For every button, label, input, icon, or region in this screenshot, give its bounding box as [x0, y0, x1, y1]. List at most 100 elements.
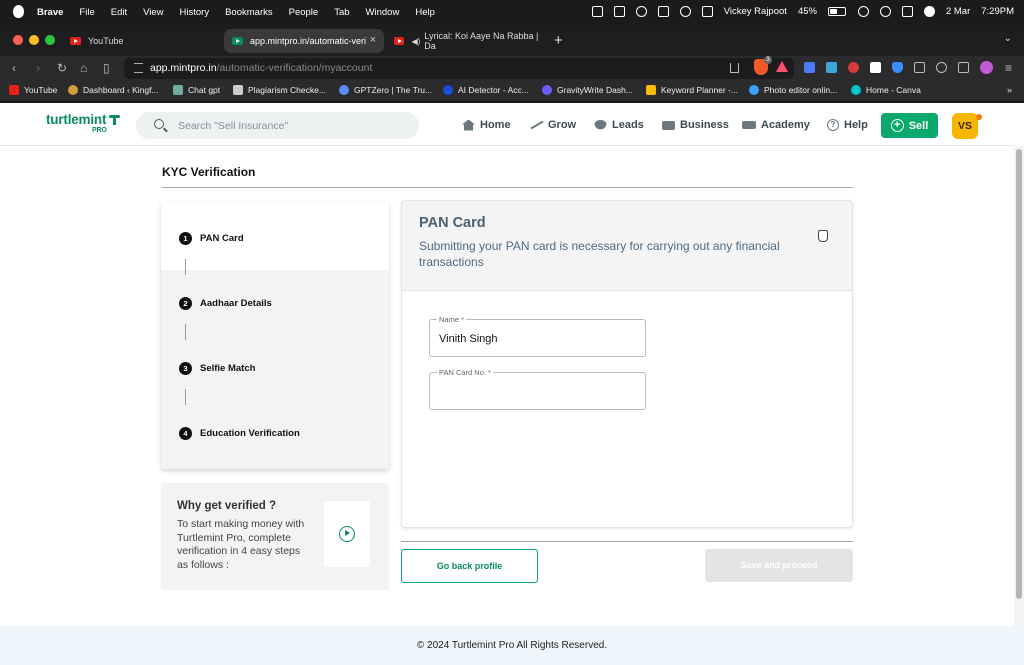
nav-help[interactable]: ? Help [827, 119, 868, 131]
user-avatar[interactable]: VS [952, 113, 982, 139]
music-icon[interactable] [936, 62, 947, 73]
nav-business[interactable]: Business [662, 119, 729, 131]
step-pan-card[interactable]: 1 PAN Card [179, 232, 244, 245]
apple-icon[interactable] [13, 5, 24, 18]
play-icon[interactable] [879, 6, 891, 17]
cloud-icon[interactable] [635, 6, 647, 17]
extension-icon[interactable] [870, 62, 881, 73]
tab-youtube[interactable]: YouTube [62, 29, 222, 53]
brave-shield-icon[interactable]: 3 [754, 56, 772, 75]
menu-window[interactable]: Window [366, 7, 400, 18]
user-name[interactable]: Vickey Rajpoot [724, 6, 787, 17]
forward-icon[interactable]: › [36, 61, 40, 75]
nav-academy[interactable]: Academy [742, 119, 810, 131]
google-ads-icon [646, 85, 656, 95]
url-field[interactable]: app.mintpro.in/automatic-verification/my… [124, 58, 794, 79]
why-title: Why get verified ? [177, 500, 277, 512]
speaker-icon[interactable]: ◀) [411, 37, 420, 46]
extension-icon[interactable] [826, 62, 837, 73]
menu-file[interactable]: File [79, 7, 94, 18]
url-text[interactable]: app.mintpro.in/automatic-verification/my… [150, 62, 372, 74]
brave-rewards-icon[interactable] [776, 61, 788, 72]
bookmark-chatgpt[interactable]: Chat gpt [173, 85, 220, 95]
video-thumbnail[interactable] [324, 501, 370, 567]
scrollbar-thumb[interactable] [1016, 149, 1022, 599]
address-bar: ‹ › ↻ ⌂ ▯ app.mintpro.in/automatic-verif… [0, 56, 1024, 80]
more-bookmarks-icon[interactable]: » [1007, 85, 1012, 95]
vlc-icon[interactable] [591, 6, 603, 17]
wifi-icon[interactable] [857, 6, 869, 17]
bookmark-gravitywrite[interactable]: GravityWrite Dash... [542, 85, 633, 95]
footer: © 2024 Turtlemint Pro All Rights Reserve… [0, 626, 1024, 665]
menu-bookmarks[interactable]: Bookmarks [225, 7, 273, 18]
field-label: PAN Card No. * [437, 368, 493, 377]
battery-icon[interactable] [827, 7, 846, 16]
control-center-icon[interactable] [901, 6, 913, 17]
chevron-down-icon[interactable]: ⌄ [1004, 33, 1012, 44]
sell-button[interactable]: + Sell [881, 113, 938, 138]
menu-app-name[interactable]: Brave [37, 7, 63, 18]
date: 2 Mar [945, 6, 971, 17]
share-icon[interactable] [730, 63, 739, 73]
turtlemint-icon [232, 37, 243, 45]
bookmark-dashboard[interactable]: Dashboard ‹ Kingf... [68, 85, 159, 95]
new-tab-button[interactable]: + [554, 32, 563, 49]
logo[interactable]: turtlemint PRO [46, 112, 121, 134]
go-back-button[interactable]: Go back profile [401, 549, 538, 583]
close-tab-icon[interactable]: × [370, 34, 376, 46]
reload-icon[interactable]: ↻ [57, 61, 67, 75]
briefcase-icon [662, 120, 675, 130]
menu-help[interactable]: Help [415, 7, 435, 18]
antenna-icon[interactable] [701, 6, 713, 17]
shield-icon[interactable] [613, 6, 625, 17]
step-education[interactable]: 4 Education Verification [179, 427, 300, 440]
menu-edit[interactable]: Edit [111, 7, 127, 18]
step-connector [185, 324, 186, 340]
bookmark-gptzero[interactable]: GPTZero | The Tru... [339, 85, 432, 95]
menu-history[interactable]: History [180, 7, 210, 18]
profile-icon[interactable] [980, 61, 993, 74]
window-icon[interactable] [657, 6, 669, 17]
extension-icon[interactable] [848, 62, 859, 73]
tab-lyrical[interactable]: ◀) Lyrical: Koi Aaye Na Rabba | Da [386, 29, 546, 53]
nav-grow[interactable]: Grow [530, 119, 576, 131]
menu-icon[interactable]: ≡ [1005, 61, 1012, 75]
step-aadhaar[interactable]: 2 Aadhaar Details [179, 297, 272, 310]
menu-view[interactable]: View [143, 7, 163, 18]
extension-icon[interactable] [804, 62, 815, 73]
zoom-window-button[interactable] [45, 35, 55, 45]
name-field[interactable]: Name * [429, 315, 646, 357]
wallet-icon[interactable] [958, 62, 969, 73]
menu-people[interactable]: People [289, 7, 319, 18]
tab-mintpro[interactable]: app.mintpro.in/automatic-veri × [224, 29, 384, 53]
extension-icon[interactable] [892, 62, 903, 73]
nav-leads[interactable]: Leads [594, 119, 644, 131]
puzzle-icon[interactable] [914, 62, 925, 73]
step-label: Selfie Match [200, 363, 256, 374]
siri-icon[interactable] [923, 6, 935, 17]
step-selfie[interactable]: 3 Selfie Match [179, 362, 255, 375]
site-settings-icon[interactable] [134, 63, 143, 73]
bookmark-canva[interactable]: Home - Canva [851, 85, 921, 95]
save-proceed-button[interactable]: Save and proceed [705, 549, 853, 582]
nav-home[interactable]: Home [462, 119, 511, 131]
clock-icon[interactable] [679, 6, 691, 17]
menu-tab[interactable]: Tab [334, 7, 349, 18]
bookmark-youtube[interactable]: YouTube [9, 85, 57, 95]
bookmark-icon[interactable]: ▯ [103, 61, 110, 75]
bookmark-keyword-planner[interactable]: Keyword Planner -... [646, 85, 738, 95]
bookmark-plagiarism[interactable]: Plagiarism Checke... [233, 85, 326, 95]
avatar-icon [68, 85, 78, 95]
pan-number-field[interactable]: PAN Card No. * [429, 368, 646, 410]
macos-menubar: Brave File Edit View History Bookmarks P… [0, 0, 1024, 25]
name-input[interactable] [439, 333, 634, 345]
play-icon[interactable] [339, 526, 355, 542]
bookmark-ai-detector[interactable]: AI Detector - Acc... [443, 85, 529, 95]
search-input[interactable]: Search "Sell Insurance" [136, 112, 419, 139]
pan-number-input[interactable] [439, 386, 634, 398]
close-window-button[interactable] [13, 35, 23, 45]
minimize-window-button[interactable] [29, 35, 39, 45]
back-icon[interactable]: ‹ [12, 61, 16, 75]
home-icon[interactable]: ⌂ [80, 61, 87, 75]
bookmark-photo-editor[interactable]: Photo editor onlin... [749, 85, 837, 95]
